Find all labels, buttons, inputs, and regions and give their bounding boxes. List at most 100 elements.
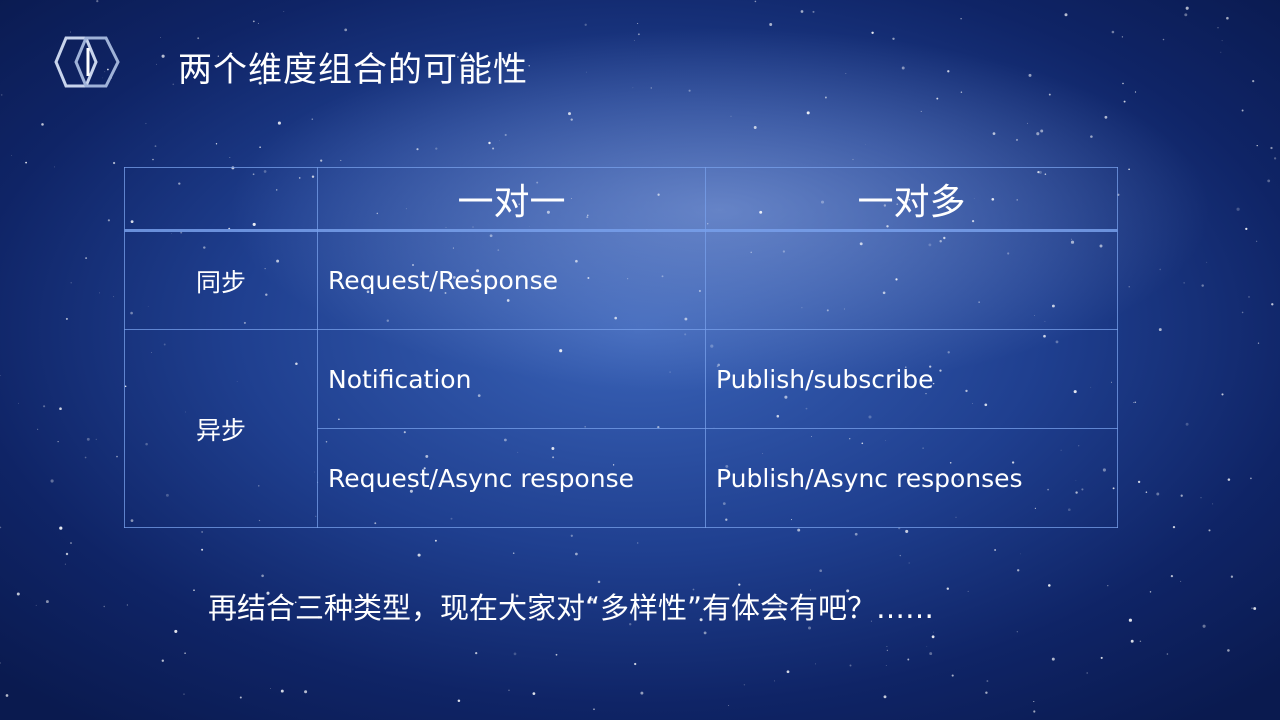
- star: [41, 123, 44, 126]
- cell-async2-one-to-one: Request/Async response: [317, 428, 706, 528]
- row-label-sync: 同步: [124, 230, 318, 330]
- star: [753, 126, 757, 129]
- star: [57, 441, 59, 443]
- star: [806, 111, 810, 115]
- star: [1183, 282, 1185, 284]
- star: [1202, 624, 1206, 628]
- star: [156, 63, 157, 65]
- star: [1017, 569, 1020, 572]
- star: [1128, 168, 1130, 171]
- star: [1256, 144, 1258, 147]
- star: [1090, 135, 1093, 138]
- star: [435, 147, 438, 150]
- star: [320, 159, 323, 162]
- star: [65, 552, 69, 556]
- star: [184, 652, 186, 655]
- star: [1236, 207, 1240, 211]
- star: [35, 604, 37, 606]
- star: [743, 684, 746, 686]
- star: [215, 143, 218, 145]
- star: [1226, 16, 1229, 20]
- star: [504, 133, 507, 137]
- star: [499, 140, 500, 142]
- star: [1250, 477, 1252, 480]
- star: [814, 663, 816, 665]
- star: [1208, 529, 1211, 532]
- star: [340, 159, 342, 161]
- star: [773, 680, 776, 682]
- star: [53, 166, 56, 168]
- star: [50, 479, 54, 483]
- star: [632, 87, 634, 89]
- slide-title: 两个维度组合的可能性: [178, 50, 528, 90]
- star: [570, 534, 573, 537]
- star: [1180, 494, 1183, 497]
- star: [1020, 553, 1021, 555]
- star: [277, 121, 281, 125]
- star: [152, 158, 154, 161]
- star: [907, 658, 910, 661]
- star: [1145, 491, 1148, 493]
- star: [931, 635, 935, 639]
- star: [1121, 36, 1124, 38]
- star: [871, 31, 874, 35]
- star: [854, 532, 858, 536]
- star: [994, 549, 996, 551]
- star: [1221, 393, 1224, 396]
- star: [688, 89, 691, 92]
- star: [1156, 492, 1160, 496]
- star: [967, 590, 969, 592]
- star: [1048, 584, 1051, 587]
- star: [252, 20, 255, 23]
- star: [1252, 80, 1255, 83]
- star: [1139, 640, 1142, 643]
- star: [193, 589, 195, 591]
- star: [1100, 656, 1103, 659]
- star: [1137, 480, 1141, 484]
- star: [555, 653, 558, 656]
- star: [1122, 82, 1124, 85]
- star: [112, 161, 116, 165]
- star: [1251, 607, 1253, 609]
- star: [849, 664, 852, 667]
- star: [96, 0, 99, 3]
- star: [1180, 580, 1182, 582]
- star: [70, 282, 72, 284]
- star: [1051, 657, 1055, 661]
- star: [259, 146, 261, 149]
- corner-cell: [124, 167, 318, 231]
- star: [1267, 179, 1271, 183]
- star: [18, 402, 19, 404]
- star: [575, 552, 578, 556]
- star: [1064, 13, 1068, 17]
- star: [730, 115, 732, 117]
- star: [1159, 268, 1161, 271]
- star: [824, 96, 827, 99]
- star: [640, 691, 644, 695]
- star: [239, 696, 242, 699]
- star: [1273, 157, 1277, 160]
- star: [946, 587, 950, 590]
- star: [508, 689, 510, 692]
- star: [1028, 73, 1032, 77]
- table-row: 同步 Request/Response: [124, 230, 1118, 330]
- star: [1245, 227, 1248, 231]
- star: [172, 83, 175, 86]
- star: [637, 542, 639, 544]
- star: [154, 145, 157, 147]
- star: [1104, 115, 1108, 119]
- star: [0, 94, 3, 96]
- star: [416, 148, 419, 151]
- star: [992, 132, 996, 135]
- star: [1201, 284, 1204, 287]
- star: [59, 407, 62, 411]
- star: [926, 646, 928, 648]
- star: [1217, 27, 1219, 29]
- star: [584, 23, 587, 26]
- star: [37, 428, 39, 430]
- star: [1170, 574, 1174, 578]
- star: [257, 22, 259, 24]
- star: [197, 37, 200, 40]
- star: [69, 31, 71, 33]
- table-row: 异步 Notification Publish/subscribe: [124, 329, 1118, 528]
